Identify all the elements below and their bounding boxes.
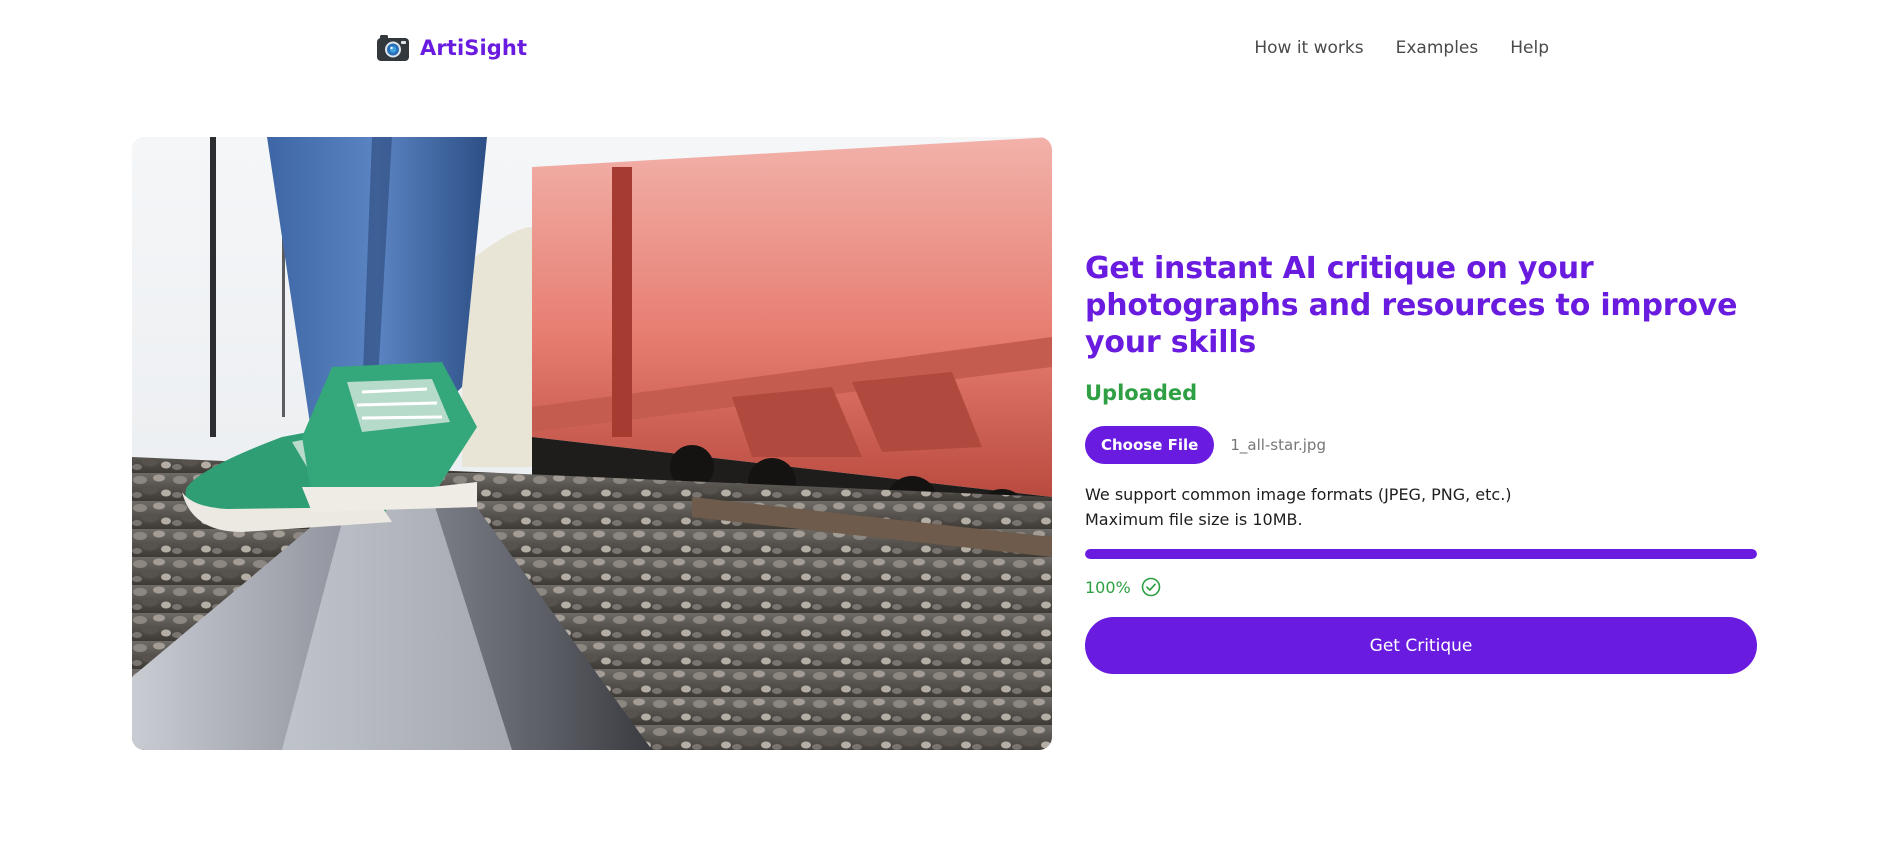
- main-nav: How it works Examples Help: [1254, 38, 1549, 58]
- nav-how-it-works[interactable]: How it works: [1254, 38, 1363, 58]
- sneakers-on-rail-photo: [132, 137, 1052, 750]
- page-title: Get instant AI critique on your photogra…: [1085, 251, 1738, 360]
- max-file-size-text: Maximum file size is 10MB.: [1085, 510, 1303, 529]
- check-circle-icon: [1141, 577, 1161, 597]
- file-picker: Choose File 1_all-star.jpg: [1085, 426, 1757, 464]
- brand-name: ArtiSight: [420, 36, 528, 60]
- get-critique-button[interactable]: Get Critique: [1085, 617, 1757, 674]
- uploaded-photo-preview: [132, 137, 1052, 750]
- upload-progress-status: 100%: [1085, 577, 1757, 597]
- progress-percent: 100%: [1085, 577, 1131, 597]
- format-info: We support common image formats (JPEG, P…: [1085, 482, 1757, 532]
- upload-panel: Get instant AI critique on your photogra…: [1085, 250, 1757, 674]
- nav-help[interactable]: Help: [1510, 38, 1549, 58]
- nav-examples[interactable]: Examples: [1396, 38, 1479, 58]
- upload-status: Uploaded: [1085, 381, 1198, 405]
- selected-file-name: 1_all-star.jpg: [1230, 436, 1326, 454]
- site-header: ArtiSight How it works Examples Help: [0, 0, 1903, 96]
- upload-progress-bar: [1085, 549, 1757, 559]
- upload-progress-fill: [1085, 549, 1757, 559]
- camera-icon: [377, 35, 409, 61]
- supported-formats-text: We support common image formats (JPEG, P…: [1085, 485, 1512, 504]
- choose-file-button[interactable]: Choose File: [1085, 426, 1215, 464]
- brand-logo[interactable]: ArtiSight: [376, 33, 527, 63]
